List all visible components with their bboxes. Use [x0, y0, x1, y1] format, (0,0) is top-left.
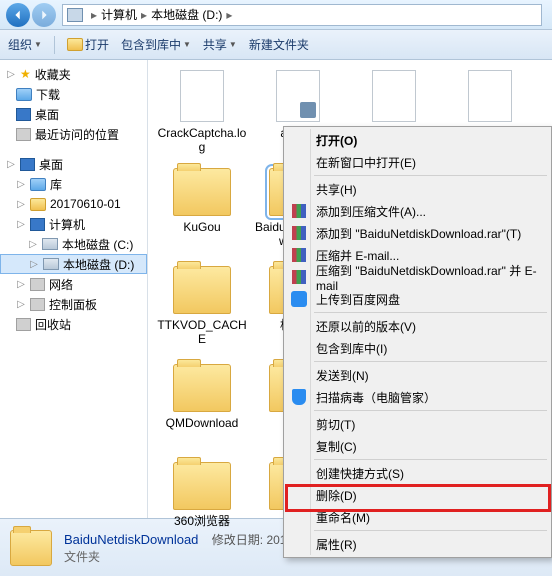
file-item[interactable]: 360浏览器 — [154, 458, 250, 556]
ctx-open[interactable]: 打开(O) — [286, 129, 549, 151]
recent-icon — [16, 128, 31, 141]
sidebar-downloads[interactable]: 下载 — [0, 84, 147, 104]
sidebar-computer[interactable]: ▷计算机 — [0, 214, 147, 234]
drive-icon — [43, 258, 59, 270]
winrar-icon — [292, 204, 306, 218]
ctx-compress-named-email[interactable]: 压缩到 "BaiduNetdiskDownload.rar" 并 E-mail — [286, 266, 549, 288]
ctx-include-library[interactable]: 包含到库中(I) — [286, 337, 549, 359]
breadcrumb-separator: ▸ — [91, 8, 97, 22]
file-icon — [180, 70, 224, 122]
shield-icon — [292, 389, 306, 405]
ctx-send-to[interactable]: 发送到(N) — [286, 364, 549, 386]
drive-icon — [67, 8, 83, 22]
winrar-icon — [292, 248, 306, 262]
toolbar-newfolder[interactable]: 新建文件夹 — [249, 36, 309, 53]
sidebar-control-panel[interactable]: ▷控制面板 — [0, 294, 147, 314]
window-titlebar: ▸ 计算机 ▸ 本地磁盘 (D:) ▸ — [0, 0, 552, 30]
sidebar-recycle[interactable]: 回收站 — [0, 314, 147, 334]
file-item[interactable]: KuGou — [154, 164, 250, 262]
sidebar: ▷★收藏夹 下载 桌面 最近访问的位置 ▷桌面 ▷库 ▷20170610-01 … — [0, 60, 148, 518]
drive-icon — [42, 238, 58, 250]
ctx-create-shortcut[interactable]: 创建快捷方式(S) — [286, 462, 549, 484]
folder-icon — [173, 462, 231, 510]
ctx-copy[interactable]: 复制(C) — [286, 435, 549, 457]
ctx-cut[interactable]: 剪切(T) — [286, 413, 549, 435]
folder-icon — [173, 364, 231, 412]
folder-icon — [173, 168, 231, 216]
address-bar[interactable]: ▸ 计算机 ▸ 本地磁盘 (D:) ▸ — [62, 4, 542, 26]
recycle-icon — [16, 318, 31, 331]
toolbar-share[interactable]: 共享▼ — [203, 36, 237, 53]
sidebar-folder-date[interactable]: ▷20170610-01 — [0, 194, 147, 214]
ctx-rename[interactable]: 重命名(M) — [286, 506, 549, 528]
winrar-icon — [292, 226, 306, 240]
nav-back-button[interactable] — [6, 3, 30, 27]
winrar-icon — [292, 270, 306, 284]
ctx-delete[interactable]: 删除(D) — [286, 484, 549, 506]
sidebar-network[interactable]: ▷网络 — [0, 274, 147, 294]
folder-icon — [30, 198, 46, 211]
network-icon — [30, 278, 45, 291]
sidebar-libraries[interactable]: ▷库 — [0, 174, 147, 194]
ctx-open-new-window[interactable]: 在新窗口中打开(E) — [286, 151, 549, 173]
folder-icon — [173, 266, 231, 314]
control-panel-icon — [30, 298, 45, 311]
computer-icon — [30, 218, 45, 231]
sidebar-desktop-root[interactable]: ▷桌面 — [0, 154, 147, 174]
breadcrumb-drive[interactable]: 本地磁盘 (D:) — [151, 6, 222, 23]
toolbar: 组织▼ 打开 包含到库中▼ 共享▼ 新建文件夹 — [0, 30, 552, 60]
ini-icon — [276, 70, 320, 122]
nav-forward-button[interactable] — [32, 3, 56, 27]
breadcrumb-separator: ▸ — [226, 8, 232, 22]
file-icon — [372, 70, 416, 122]
toolbar-include[interactable]: 包含到库中▼ — [121, 36, 191, 53]
toolbar-open[interactable]: 打开 — [67, 36, 109, 53]
context-menu: 打开(O) 在新窗口中打开(E) 共享(H) 添加到压缩文件(A)... 添加到… — [283, 126, 552, 558]
toolbar-organize[interactable]: 组织▼ — [8, 36, 42, 53]
sidebar-desktop[interactable]: 桌面 — [0, 104, 147, 124]
ctx-upload-baidu[interactable]: 上传到百度网盘 — [286, 288, 549, 310]
download-icon — [16, 88, 32, 101]
folder-icon — [67, 38, 83, 51]
file-item[interactable]: CrackCaptcha.log — [154, 66, 250, 164]
file-item[interactable]: TTKVOD_CACHE — [154, 262, 250, 360]
sidebar-recent[interactable]: 最近访问的位置 — [0, 124, 147, 144]
baidu-netdisk-icon — [291, 291, 307, 307]
ctx-scan-virus[interactable]: 扫描病毒（电脑管家） — [286, 386, 549, 408]
desktop-icon — [20, 158, 35, 171]
file-item[interactable]: QMDownload — [154, 360, 250, 458]
library-icon — [30, 178, 46, 191]
desktop-icon — [16, 108, 31, 121]
breadcrumb-separator: ▸ — [141, 8, 147, 22]
sidebar-drive-c[interactable]: ▷本地磁盘 (C:) — [0, 234, 147, 254]
folder-icon — [10, 530, 52, 566]
ctx-add-archive[interactable]: 添加到压缩文件(A)... — [286, 200, 549, 222]
sidebar-drive-d[interactable]: ▷本地磁盘 (D:) — [0, 254, 147, 274]
ctx-share[interactable]: 共享(H) — [286, 178, 549, 200]
ctx-add-named-archive[interactable]: 添加到 "BaiduNetdiskDownload.rar"(T) — [286, 222, 549, 244]
star-icon: ★ — [20, 67, 31, 81]
ctx-properties[interactable]: 属性(R) — [286, 533, 549, 555]
file-icon — [468, 70, 512, 122]
ctx-restore-previous[interactable]: 还原以前的版本(V) — [286, 315, 549, 337]
breadcrumb-root[interactable]: 计算机 — [101, 6, 137, 23]
sidebar-favorites[interactable]: ▷★收藏夹 — [0, 64, 147, 84]
